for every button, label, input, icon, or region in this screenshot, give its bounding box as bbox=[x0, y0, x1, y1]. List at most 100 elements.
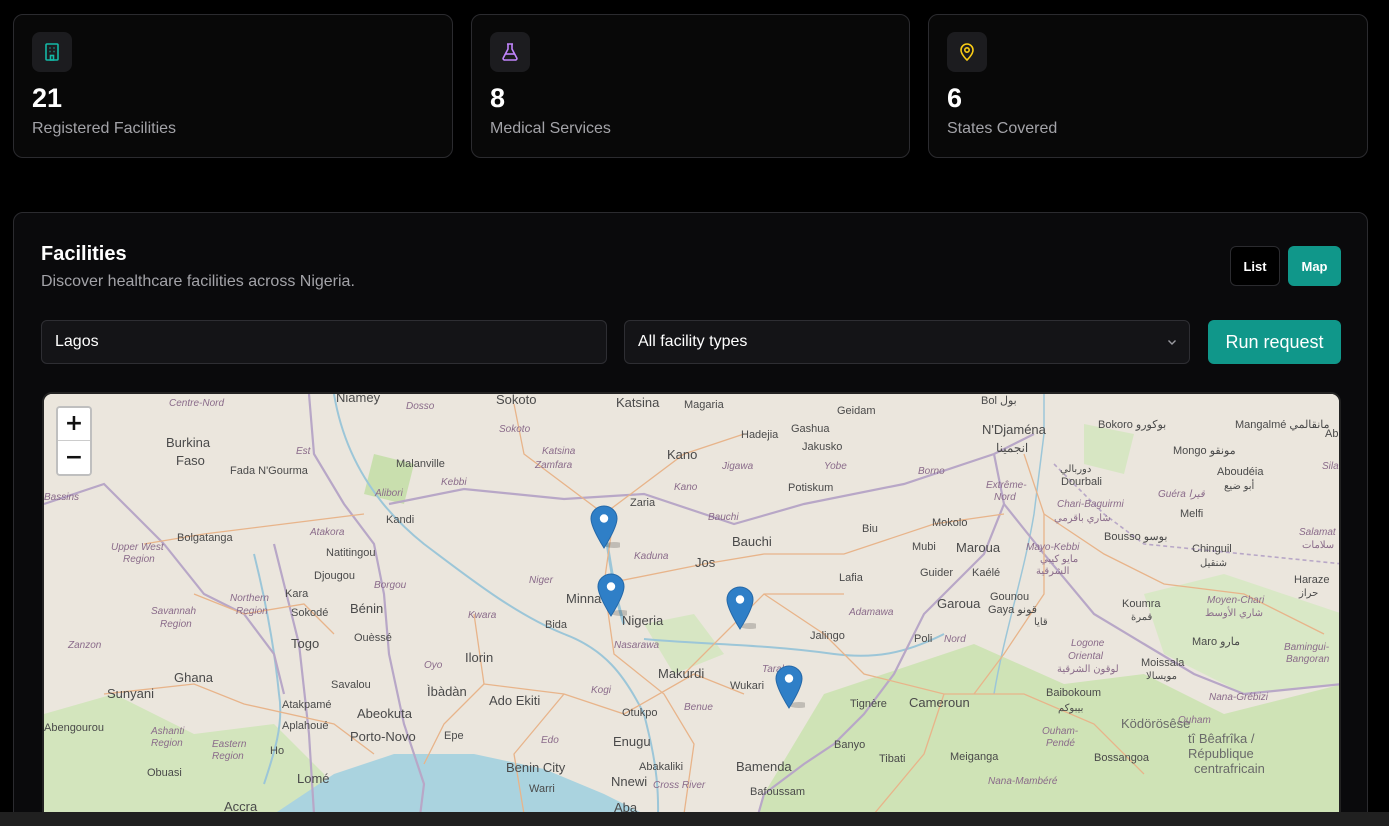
map-label: Gounou bbox=[990, 591, 1029, 603]
map-label: Bol بول bbox=[981, 395, 1017, 407]
facility-marker[interactable] bbox=[726, 586, 760, 630]
map-label: Borgou bbox=[374, 580, 407, 591]
facilities-map[interactable]: Niamey Sokoto Katsina Magaria Geidam Bol… bbox=[42, 392, 1341, 826]
map-label: Oyo bbox=[424, 660, 443, 671]
map-label: Katsina bbox=[542, 446, 576, 457]
map-label: N'Djaména bbox=[982, 422, 1047, 437]
map-label: Bénin bbox=[350, 601, 383, 616]
map-label: Melfi bbox=[1180, 508, 1203, 520]
map-label: سلامات bbox=[1302, 540, 1334, 551]
map-label: Yobe bbox=[824, 461, 847, 472]
map-label: Zaria bbox=[630, 497, 656, 509]
map-label: Katsina bbox=[616, 395, 660, 410]
map-label: Est bbox=[296, 446, 312, 457]
map-label: Abdi bbox=[1325, 428, 1341, 440]
map-label: Geidam bbox=[837, 405, 876, 417]
map-label: Ìbàdàn bbox=[427, 684, 467, 699]
map-label: Makurdi bbox=[658, 666, 704, 681]
building-icon bbox=[32, 32, 72, 72]
stat-value: 21 bbox=[32, 83, 63, 113]
map-label: tî Bêafrîka / bbox=[1188, 731, 1255, 746]
run-request-button[interactable]: Run request bbox=[1208, 320, 1341, 364]
zoom-control: + − bbox=[56, 406, 92, 476]
map-label: Porto-Novo bbox=[350, 729, 416, 744]
map-label: Hadejia bbox=[741, 429, 779, 441]
map-label: Borno bbox=[918, 466, 945, 477]
map-label: Niger bbox=[529, 575, 554, 586]
map-label: Djougou bbox=[314, 570, 355, 582]
facility-marker[interactable] bbox=[597, 573, 631, 617]
map-label: Wukari bbox=[730, 680, 764, 692]
map-label: Salamat bbox=[1299, 527, 1337, 538]
map-label: Kano bbox=[674, 482, 698, 493]
map-label: Benue bbox=[684, 702, 713, 713]
map-label: Dourbali bbox=[1061, 476, 1102, 488]
map-label: Nasarawa bbox=[614, 640, 659, 651]
map-label: Nnewi bbox=[611, 774, 647, 789]
stat-card-services: 8 Medical Services bbox=[471, 14, 910, 158]
map-label: Biu bbox=[862, 523, 878, 535]
map-label: Kara bbox=[285, 588, 309, 600]
map-label: Mangalmé مانقالمي bbox=[1235, 419, 1330, 431]
map-label: Kebbi bbox=[441, 477, 467, 488]
map-label: Bamingui- bbox=[1284, 642, 1330, 653]
list-view-button[interactable]: List bbox=[1230, 246, 1280, 286]
map-label: بيبوكم bbox=[1058, 703, 1083, 714]
map-label: Bauchi bbox=[732, 534, 772, 549]
map-label: Aplahoué bbox=[282, 720, 329, 732]
map-label: Obuasi bbox=[147, 767, 182, 779]
map-label: Garoua bbox=[937, 596, 981, 611]
map-label: Ouham bbox=[1178, 715, 1211, 726]
map-label: Region bbox=[212, 751, 244, 762]
map-label: Cameroun bbox=[909, 695, 970, 710]
map-label: Dosso bbox=[406, 401, 435, 412]
map-label: Fada N'Gourma bbox=[230, 465, 309, 477]
map-label: Pendé bbox=[1046, 738, 1075, 749]
map-label: Chinguil bbox=[1192, 543, 1232, 555]
map-label: انجمينا bbox=[996, 441, 1028, 455]
map-label: شاري الأوسط bbox=[1205, 607, 1263, 619]
map-label: Oriental bbox=[1068, 651, 1104, 662]
map-label: Guéra قيرا bbox=[1158, 489, 1206, 500]
map-label: Bida bbox=[545, 619, 568, 631]
map-label: Bossangoa bbox=[1094, 752, 1150, 764]
map-label: Ho bbox=[270, 745, 284, 757]
panel-title: Facilities bbox=[41, 243, 127, 265]
map-label: Aboudéia bbox=[1217, 466, 1264, 478]
map-label: Cross River bbox=[653, 780, 706, 791]
map-label: centrafricain bbox=[1194, 761, 1265, 776]
map-view-button[interactable]: Map bbox=[1288, 246, 1341, 286]
map-label: Sokoto bbox=[496, 394, 536, 407]
map-label: Mubi bbox=[912, 541, 936, 553]
map-label: Bangoran bbox=[1286, 654, 1330, 665]
stat-label: Medical Services bbox=[490, 120, 611, 137]
stat-card-states: 6 States Covered bbox=[928, 14, 1368, 158]
map-label: Ado Ekiti bbox=[489, 693, 540, 708]
zoom-in-button[interactable]: + bbox=[58, 408, 90, 441]
map-label: مويسالا bbox=[1146, 671, 1177, 682]
zoom-out-button[interactable]: − bbox=[58, 441, 90, 474]
map-label: Moyen-Chari bbox=[1207, 595, 1265, 606]
location-search-input[interactable] bbox=[41, 320, 607, 364]
map-label: شاري باقرمي bbox=[1054, 513, 1111, 524]
map-label: Savalou bbox=[331, 679, 371, 691]
map-label: Bokoro بوكورو bbox=[1098, 419, 1166, 431]
facility-marker[interactable] bbox=[775, 665, 809, 709]
map-pin-icon bbox=[947, 32, 987, 72]
map-label: Meiganga bbox=[950, 751, 999, 763]
map-label: Bolgatanga bbox=[177, 532, 234, 544]
map-label: Epe bbox=[444, 730, 464, 742]
map-label: Bamenda bbox=[736, 759, 792, 774]
map-label: Bousso بوسو bbox=[1104, 531, 1167, 543]
map-label: Ouèssé bbox=[354, 632, 392, 644]
map-label: Alibori bbox=[374, 488, 404, 499]
facility-marker[interactable] bbox=[590, 505, 624, 549]
map-label: Abakaliki bbox=[639, 761, 683, 773]
map-label: Bauchi bbox=[708, 512, 739, 523]
map-label: Moissala bbox=[1141, 657, 1185, 669]
map-label: Banyo bbox=[834, 739, 865, 751]
facility-type-select[interactable]: All facility types bbox=[624, 320, 1190, 364]
map-label: Faso bbox=[176, 453, 205, 468]
map-label: Natitingou bbox=[326, 547, 376, 559]
map-label: Abeokuta bbox=[357, 706, 413, 721]
